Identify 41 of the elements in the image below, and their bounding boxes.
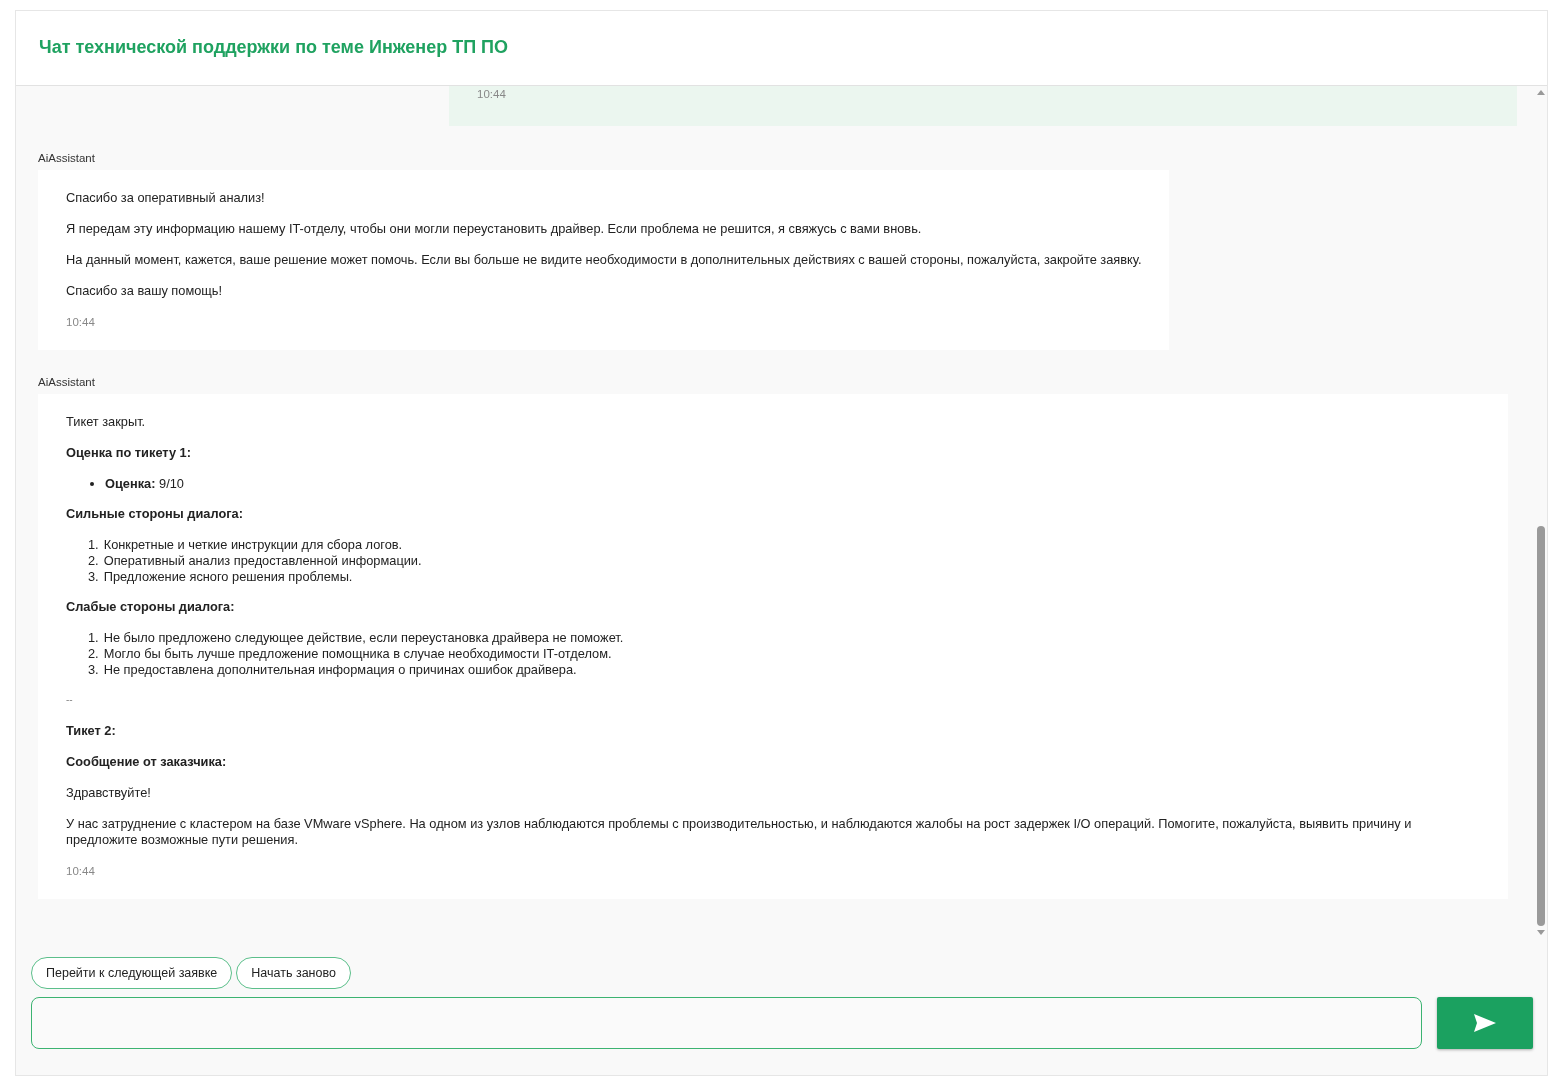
list-number: 1. xyxy=(88,537,99,553)
list-number: 2. xyxy=(88,646,99,662)
list-number: 1. xyxy=(88,630,99,646)
separator-text: -- xyxy=(66,693,74,707)
section-heading: Слабые стороны диалога: xyxy=(66,599,236,615)
list-number: 2. xyxy=(88,553,99,569)
message-text: На данный момент, кажется, ваше решение может помочь. Если вы больше не видите необходимости в дополнительных действиях с вашей стороны, пожалуйста, закройте заявку. xyxy=(66,252,1142,268)
message-text: Спасибо за оперативный анализ! xyxy=(66,190,266,206)
quick-reply-button[interactable]: Начать заново xyxy=(236,957,351,989)
message-author: AiAssistant xyxy=(38,152,96,164)
list-item: Оперативный анализ предоставленной информации. xyxy=(103,553,422,569)
section-heading: Тикет 2: xyxy=(66,723,117,739)
send-icon xyxy=(1474,1014,1496,1032)
scroll-down-icon[interactable] xyxy=(1537,930,1545,935)
message-time: 10:44 xyxy=(66,316,96,328)
quick-reply-button[interactable]: Перейти к следующей заявке xyxy=(31,957,233,989)
list-item: Могло бы быть лучше предложение помощника в случае необходимости IT-отделом. xyxy=(103,646,612,662)
scrollbar-thumb[interactable] xyxy=(1537,526,1545,926)
message-text: Здравствуйте! xyxy=(66,785,152,801)
list-number: 3. xyxy=(88,662,99,678)
message-text: У нас затруднение с кластером на базе VMware vSphere. На одном из узлов наблюдаются проблемы с производительностью, и наблюдаются жалобы на рост задержек I/O операций. Помогите, пожалуйста, выявить причину и предложите возможные пути решения. xyxy=(66,816,1413,848)
send-button[interactable] xyxy=(1437,997,1533,1049)
list-item: Не предоставлена дополнительная информация о причинах ошибок драйвера. xyxy=(103,662,577,678)
scroll-up-icon[interactable] xyxy=(1537,90,1545,95)
section-heading: Сообщение от заказчика: xyxy=(66,754,228,770)
list-item: Не было предложено следующее действие, если переустановка драйвера не поможет. xyxy=(103,630,624,646)
section-heading: Сильные стороны диалога: xyxy=(66,506,244,522)
message-time: 10:44 xyxy=(66,865,96,877)
chat-title: Чат технической поддержки по теме Инженер ТП ПО xyxy=(39,37,510,58)
list-item: Оценка: 9/10 xyxy=(105,476,184,492)
list-number: 3. xyxy=(88,569,99,585)
section-heading: Оценка по тикету 1: xyxy=(66,445,192,461)
message-text: Я передам эту информацию нашему IT-отделу, чтобы они могли переустановить драйвер. Если проблема не решится, я свяжусь с вами вновь. xyxy=(66,221,923,237)
message-text: Тикет закрыт. xyxy=(66,414,147,430)
message-input-field[interactable] xyxy=(31,997,1422,1049)
list-item: Предложение ясного решения проблемы. xyxy=(103,569,353,585)
message-author: AiAssistant xyxy=(38,376,96,388)
message-time: 10:44 xyxy=(477,88,507,100)
bullet-icon xyxy=(90,482,94,486)
list-item: Конкретные и четкие инструкции для сбора логов. xyxy=(103,537,403,553)
message-text: Спасибо за вашу помощь! xyxy=(66,283,224,299)
